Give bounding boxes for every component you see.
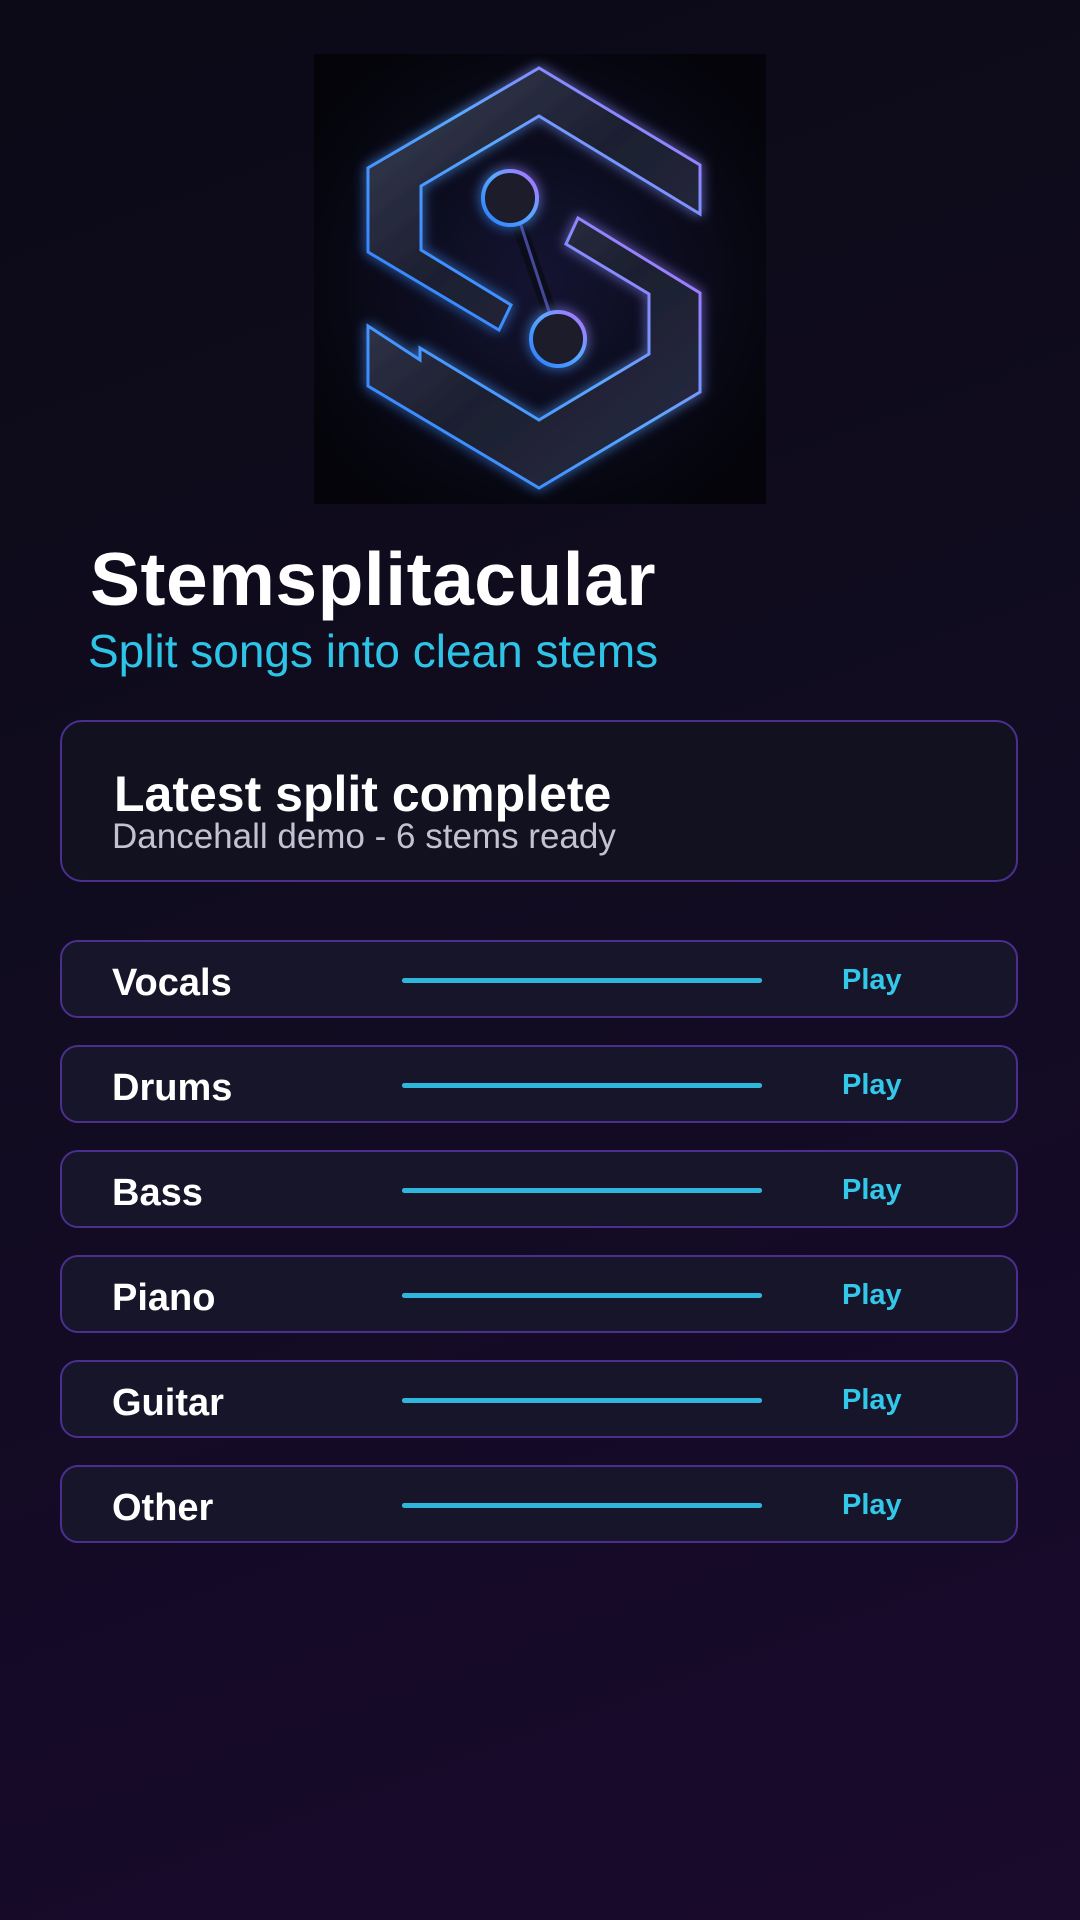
- play-bass-button[interactable]: Play: [842, 1168, 932, 1212]
- stem-row-other: Other Play: [60, 1465, 1018, 1543]
- stem-level-fill: [402, 1293, 762, 1298]
- stem-level-bar: [402, 1398, 762, 1403]
- latest-split-detail: Dancehall demo - 6 stems ready: [112, 817, 616, 856]
- stem-level-fill: [402, 1083, 762, 1088]
- play-guitar-button[interactable]: Play: [842, 1378, 932, 1422]
- stemsplitacular-logo-icon: [314, 54, 766, 504]
- stem-level-fill: [402, 1398, 762, 1403]
- stem-name: Vocals: [112, 962, 232, 1004]
- stem-name: Piano: [112, 1277, 216, 1319]
- app-subtitle: Split songs into clean stems: [88, 625, 659, 677]
- stem-name: Bass: [112, 1172, 203, 1214]
- stem-level-bar: [402, 1188, 762, 1193]
- stem-level-bar: [402, 1293, 762, 1298]
- stem-row-bass: Bass Play: [60, 1150, 1018, 1228]
- stem-name: Other: [112, 1487, 214, 1529]
- latest-split-card[interactable]: Latest split complete Dancehall demo - 6…: [60, 720, 1018, 882]
- stem-level-bar: [402, 978, 762, 983]
- stem-row-piano: Piano Play: [60, 1255, 1018, 1333]
- stem-list: Vocals Play Drums Play Bass Play Piano P…: [60, 940, 1018, 1570]
- stem-level-bar: [402, 1503, 762, 1508]
- play-drums-button[interactable]: Play: [842, 1063, 932, 1107]
- stem-level-fill: [402, 1188, 762, 1193]
- latest-split-title: Latest split complete: [114, 766, 612, 822]
- play-other-button[interactable]: Play: [842, 1483, 932, 1527]
- stem-level-fill: [402, 1503, 762, 1508]
- stem-name: Guitar: [112, 1382, 224, 1424]
- stem-name: Drums: [112, 1067, 233, 1109]
- stem-level-fill: [402, 978, 762, 983]
- stem-level-bar: [402, 1083, 762, 1088]
- stem-row-guitar: Guitar Play: [60, 1360, 1018, 1438]
- play-piano-button[interactable]: Play: [842, 1273, 932, 1317]
- stem-row-vocals: Vocals Play: [60, 940, 1018, 1018]
- app-title: Stemsplitacular: [90, 537, 657, 621]
- stem-row-drums: Drums Play: [60, 1045, 1018, 1123]
- play-vocals-button[interactable]: Play: [842, 958, 932, 1002]
- app-logo: [314, 54, 766, 504]
